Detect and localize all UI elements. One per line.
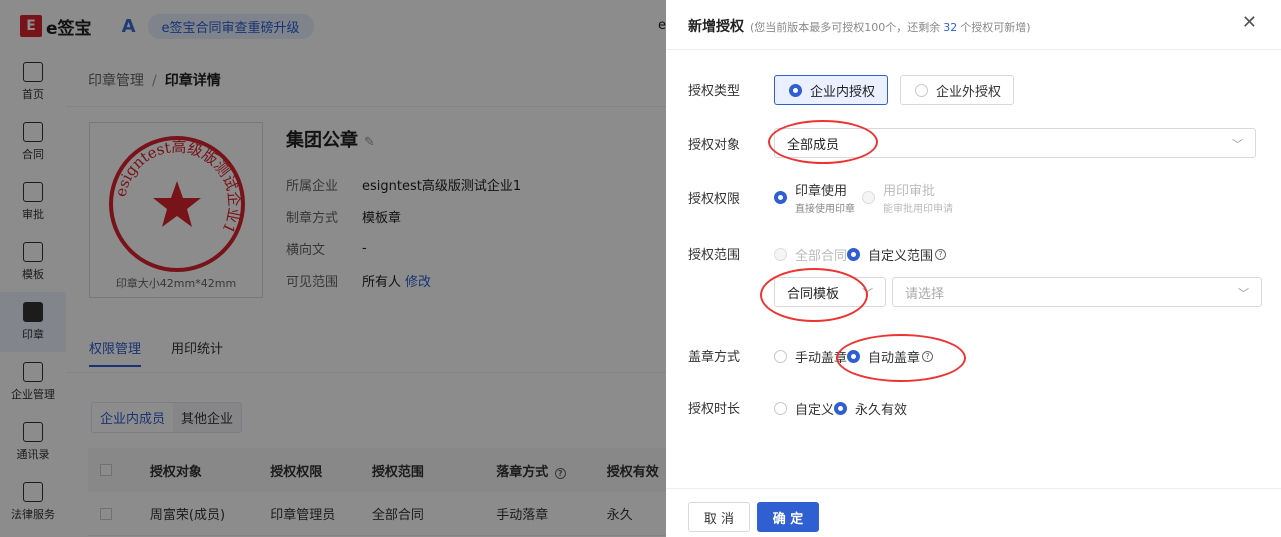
modal-overlay[interactable] bbox=[0, 0, 666, 537]
divider bbox=[666, 49, 1281, 50]
perm-use-seal-label: 印章使用 bbox=[795, 184, 848, 199]
duration-label: 授权时长 bbox=[688, 402, 741, 417]
radio-icon bbox=[915, 83, 928, 97]
auth-type-internal-label: 企业内授权 bbox=[810, 84, 876, 100]
footer-divider bbox=[666, 488, 1281, 489]
auth-perm-label: 授权权限 bbox=[688, 192, 741, 207]
perm-approve-text: 用印审批能审批用印申请 bbox=[883, 180, 953, 215]
perm-approve-label: 用印审批 bbox=[883, 184, 936, 199]
chevron-down-icon: ﹀ bbox=[1238, 287, 1249, 300]
radio-selected-icon bbox=[834, 402, 847, 415]
quota-remaining: 32 bbox=[943, 21, 958, 34]
scope-all-contracts[interactable]: 全部合同 bbox=[774, 245, 847, 264]
radio-selected-icon bbox=[847, 350, 860, 363]
stamp-mode-label: 盖章方式 bbox=[688, 350, 741, 365]
stamp-manual[interactable]: 手动盖章 bbox=[774, 347, 847, 366]
quota-note-prefix: (您当前版本最多可授权100个，还剩余 bbox=[750, 21, 941, 34]
radio-selected-icon bbox=[774, 191, 787, 204]
radio-icon bbox=[774, 402, 787, 415]
stamp-auto[interactable]: 自动盖章? bbox=[847, 347, 934, 366]
scope-type-value: 合同模板 bbox=[787, 286, 840, 302]
perm-use-seal-text: 印章使用直接使用印章 bbox=[795, 180, 855, 215]
scope-all-contracts-label: 全部合同 bbox=[795, 249, 848, 264]
perm-approve-desc: 能审批用印申请 bbox=[883, 204, 953, 215]
perm-approve[interactable]: 用印审批能审批用印申请 bbox=[862, 180, 953, 215]
scope-custom-label: 自定义范围 bbox=[868, 249, 934, 264]
close-icon[interactable]: ✕ bbox=[1242, 12, 1257, 33]
chevron-down-icon: ﹀ bbox=[1232, 138, 1243, 151]
scope-custom[interactable]: 自定义范围? bbox=[847, 245, 947, 264]
add-authorization-drawer: 新增授权 (您当前版本最多可授权100个，还剩余 32 个授权可新增) ✕ 授权类型… bbox=[666, 0, 1281, 537]
perm-use-seal-desc: 直接使用印章 bbox=[795, 204, 855, 215]
auth-target-value: 全部成员 bbox=[787, 137, 840, 153]
perm-use-seal[interactable]: 印章使用直接使用印章 bbox=[774, 180, 855, 215]
auth-target-select[interactable]: 全部成员 ﹀ bbox=[774, 128, 1256, 158]
auth-type-external[interactable]: 企业外授权 bbox=[900, 75, 1015, 105]
auth-target-label: 授权对象 bbox=[688, 138, 741, 153]
auth-scope-label: 授权范围 bbox=[688, 248, 741, 263]
quota-note-suffix: 个授权可新增) bbox=[960, 21, 1031, 34]
duration-custom-label: 自定义 bbox=[795, 403, 835, 418]
chevron-down-icon: ﹀ bbox=[862, 287, 873, 300]
duration-custom[interactable]: 自定义 bbox=[774, 399, 834, 418]
page-root: E e签宝 A e签宝合同审查重磅升级 e 首页 合同 审批 模板 印章 企业管… bbox=[0, 0, 1281, 537]
scope-type-select[interactable]: 合同模板 ﹀ bbox=[774, 277, 886, 307]
radio-icon bbox=[774, 350, 787, 363]
stamp-auto-label: 自动盖章 bbox=[868, 351, 921, 366]
stamp-manual-label: 手动盖章 bbox=[795, 351, 848, 366]
drawer-title: 新增授权 bbox=[688, 19, 744, 35]
quota-note: (您当前版本最多可授权100个，还剩余 32 个授权可新增) bbox=[750, 19, 1031, 35]
radio-selected-icon bbox=[847, 248, 860, 261]
radio-disabled-icon bbox=[774, 248, 787, 261]
duration-permanent[interactable]: 永久有效 bbox=[834, 399, 907, 418]
auth-type-label: 授权类型 bbox=[688, 84, 741, 99]
radio-selected-icon bbox=[789, 83, 802, 97]
drawer-header: 新增授权 (您当前版本最多可授权100个，还剩余 32 个授权可新增) bbox=[688, 16, 1031, 36]
duration-permanent-label: 永久有效 bbox=[855, 403, 908, 418]
help-icon[interactable]: ? bbox=[935, 249, 947, 260]
auth-type-internal[interactable]: 企业内授权 bbox=[774, 75, 889, 105]
scope-item-select[interactable]: 请选择 ﹀ bbox=[892, 277, 1262, 307]
scope-item-placeholder: 请选择 bbox=[905, 286, 945, 302]
help-icon[interactable]: ? bbox=[922, 351, 934, 362]
cancel-button[interactable]: 取 消 bbox=[688, 502, 750, 532]
confirm-button[interactable]: 确 定 bbox=[757, 502, 819, 532]
auth-type-external-label: 企业外授权 bbox=[936, 84, 1002, 100]
radio-disabled-icon bbox=[862, 191, 875, 204]
